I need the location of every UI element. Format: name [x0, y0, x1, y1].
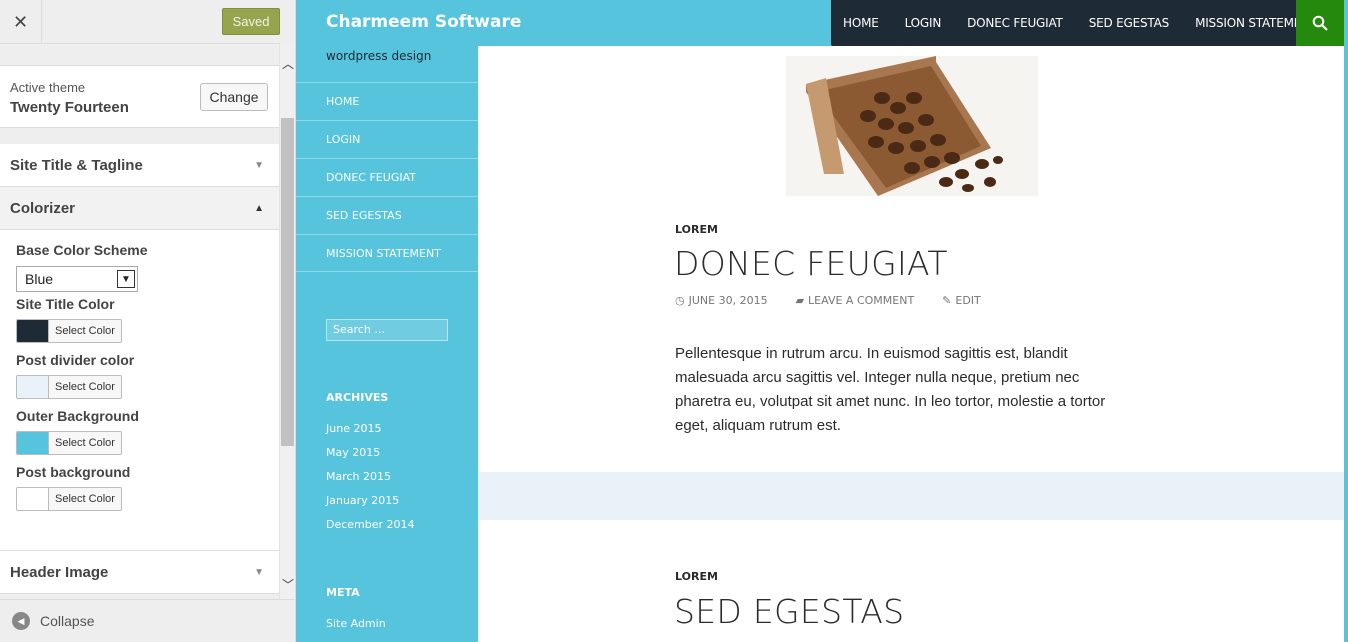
section-title: Colorizer [10, 199, 76, 217]
select-color-button[interactable]: Select Color [49, 432, 121, 454]
scroll-up-icon[interactable]: ︿ [280, 52, 295, 74]
active-theme-section: Active theme Twenty Fourteen Change [0, 66, 279, 128]
color-swatch [17, 432, 49, 454]
base-color-scheme-label: Base Color Scheme [16, 242, 148, 258]
select-color-button[interactable]: Select Color [49, 376, 121, 398]
archives-title: ARCHIVES [326, 391, 389, 404]
saved-button[interactable]: Saved [222, 8, 280, 35]
color-swatch [17, 320, 49, 342]
side-nav-login[interactable]: LOGIN [296, 120, 478, 158]
archive-link[interactable]: January 2015 [326, 488, 478, 512]
primary-navigation: HOME LOGIN DONEC FEUGIAT SED EGESTAS MIS… [831, 0, 1317, 46]
customizer-panel: ✕ Saved Active theme Twenty Fourteen Cha… [0, 0, 296, 642]
divider [0, 128, 279, 144]
sidebar-search-input[interactable]: Search … [326, 319, 448, 341]
post-background-color-picker[interactable]: Select Color [16, 487, 122, 511]
customizer-controls: Active theme Twenty Fourteen Change Site… [0, 44, 279, 599]
divider [0, 44, 279, 66]
colorizer-controls: Base Color Scheme Blue ▼ Site Title Colo… [0, 230, 279, 551]
site-preview: Charmeem Software HOME LOGIN DONEC FEUGI… [296, 0, 1348, 642]
section-title: Site Title & Tagline [10, 156, 143, 174]
site-title[interactable]: Charmeem Software [326, 12, 521, 32]
base-color-scheme-select[interactable]: Blue ▼ [16, 266, 138, 292]
nav-item-donec-feugiat[interactable]: DONEC FEUGIAT [967, 16, 1063, 30]
outer-background-color-picker[interactable]: Select Color [16, 431, 122, 455]
nav-item-login[interactable]: LOGIN [905, 16, 942, 30]
site-header: Charmeem Software HOME LOGIN DONEC FEUGI… [296, 0, 1348, 46]
post-meta: ◷ JUNE 30, 2015 ▰ LEAVE A COMMENT ✎ EDIT [675, 294, 1009, 307]
post-title[interactable]: SED EGESTAS [674, 592, 904, 631]
select-value: Blue [25, 271, 54, 287]
secondary-sidebar: wordpress design HOME LOGIN DONEC FEUGIA… [296, 46, 478, 642]
side-nav-mission-statement[interactable]: MISSION STATEMENT [296, 234, 478, 272]
color-swatch [17, 376, 49, 398]
customizer-scrollbar[interactable]: ︿ ﹀ [279, 44, 295, 599]
post-background-label: Post background [16, 464, 131, 480]
post-featured-image[interactable] [786, 56, 1038, 196]
archive-link[interactable]: December 2014 [326, 512, 478, 536]
site-tagline: wordpress design [326, 49, 432, 63]
post-category[interactable]: LOREM [675, 570, 718, 583]
post-category[interactable]: LOREM [675, 223, 718, 236]
outer-background-label: Outer Background [16, 408, 139, 424]
post-date[interactable]: ◷ JUNE 30, 2015 [675, 294, 782, 307]
change-theme-button[interactable]: Change [200, 83, 268, 111]
post-comment-link[interactable]: ▰ LEAVE A COMMENT [796, 294, 929, 307]
comment-icon: ▰ [795, 294, 805, 307]
section-colorizer[interactable]: Colorizer ▲ [0, 187, 279, 230]
post-divider-color-label: Post divider color [16, 352, 135, 368]
search-icon[interactable] [1296, 0, 1344, 46]
post-title[interactable]: DONEC FEUGIAT [674, 244, 948, 283]
scroll-down-icon[interactable]: ﹀ [280, 573, 295, 595]
site-title-color-label: Site Title Color [16, 296, 115, 312]
post-date-text: JUNE 30, 2015 [688, 294, 768, 307]
side-nav-sed-egestas[interactable]: SED EGESTAS [296, 196, 478, 234]
clock-icon: ◷ [675, 294, 685, 307]
chevron-down-icon: ▼ [117, 270, 135, 288]
scrollbar-thumb[interactable] [281, 118, 294, 446]
meta-title: META [326, 586, 360, 599]
post-edit-link[interactable]: ✎ EDIT [942, 294, 995, 307]
archive-link[interactable]: March 2015 [326, 464, 478, 488]
caret-down-icon: ▼ [254, 566, 264, 578]
collapse-button[interactable]: ◀ Collapse [0, 599, 295, 642]
section-site-title-tagline[interactable]: Site Title & Tagline ▼ [0, 144, 279, 187]
select-color-button[interactable]: Select Color [49, 320, 121, 342]
archive-link[interactable]: June 2015 [326, 416, 478, 440]
collapse-label: Collapse [40, 613, 95, 629]
caret-up-icon: ▲ [254, 202, 264, 214]
customizer-header: ✕ Saved [0, 0, 280, 44]
side-nav-home[interactable]: HOME [296, 82, 478, 120]
archive-link[interactable]: May 2015 [326, 440, 478, 464]
section-header-image[interactable]: Header Image ▼ [0, 551, 279, 594]
meta-link-site-admin[interactable]: Site Admin [326, 611, 478, 635]
caret-down-icon: ▼ [254, 159, 264, 171]
close-icon[interactable]: ✕ [0, 0, 42, 44]
nav-item-home[interactable]: HOME [843, 16, 879, 30]
pencil-icon: ✎ [942, 294, 952, 307]
section-title: Header Image [10, 563, 109, 581]
nav-item-sed-egestas[interactable]: SED EGESTAS [1089, 16, 1170, 30]
post-divider [478, 472, 1344, 520]
main-content: LOREM DONEC FEUGIAT ◷ JUNE 30, 2015 ▰ LEAV… [478, 46, 1344, 642]
post-divider-color-picker[interactable]: Select Color [16, 375, 122, 399]
side-nav-donec-feugiat[interactable]: DONEC FEUGIAT [296, 158, 478, 196]
color-swatch [17, 488, 49, 510]
comment-link-text: LEAVE A COMMENT [808, 294, 915, 307]
edit-link-text: EDIT [955, 294, 981, 307]
select-color-button[interactable]: Select Color [49, 488, 121, 510]
post-excerpt: Pellentesque in rutrum arcu. In euismod … [675, 345, 1106, 434]
collapse-arrow-icon: ◀ [12, 612, 30, 630]
site-title-color-picker[interactable]: Select Color [16, 319, 122, 343]
